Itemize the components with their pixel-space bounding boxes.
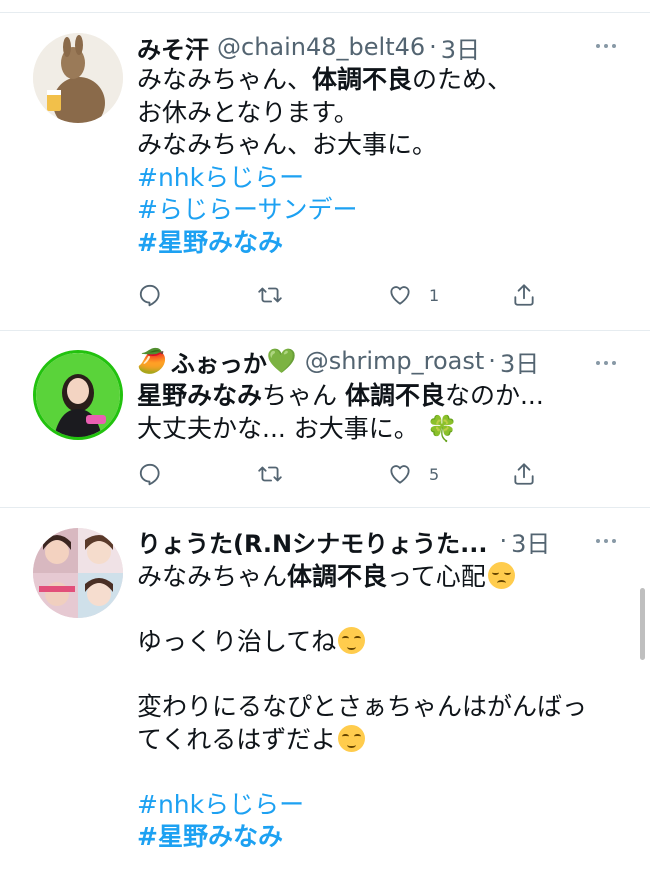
user-photo <box>36 353 120 437</box>
text-span: のため、 <box>412 65 513 94</box>
tweet-actions: 5 <box>137 460 537 488</box>
clover-emoji: 🍀 <box>426 413 458 443</box>
avatar[interactable] <box>33 350 123 440</box>
hashtag-link[interactable]: #nhkらじらー <box>137 162 626 195</box>
text-span: みなみちゃん <box>137 562 288 591</box>
text-span: って心配 <box>387 562 486 591</box>
like-count: 1 <box>429 285 440 305</box>
reply-icon <box>139 463 160 486</box>
share-button[interactable] <box>511 460 537 488</box>
reply-icon <box>139 284 160 307</box>
hashtag-link[interactable]: #星野みなみ <box>137 227 626 260</box>
avatar[interactable] <box>33 528 123 618</box>
group-photo <box>33 528 123 618</box>
disappointed-face-emoji <box>487 562 515 589</box>
retweet-button[interactable] <box>257 281 283 309</box>
like-count: 5 <box>429 464 440 484</box>
tweet[interactable]: みそ汗 @chain48_belt46 · 3日 みなみちゃん、体調不良のため、… <box>0 13 650 331</box>
display-name[interactable]: ふぉっか <box>171 344 267 379</box>
text-span: みなみちゃん、 <box>137 65 313 94</box>
separator: · <box>488 347 496 375</box>
separator: · <box>429 33 437 61</box>
retweet-button[interactable] <box>257 460 283 488</box>
more-icon[interactable] <box>594 351 618 375</box>
mango-emoji: 🥭 <box>137 347 167 375</box>
like-button[interactable]: 1 <box>387 281 439 309</box>
hashtag-link[interactable]: #星野みなみ <box>137 821 626 854</box>
text-line: みなみちゃん、お大事に。 <box>137 130 438 159</box>
reply-button[interactable] <box>137 281 163 309</box>
text-line: 星野みなみちゃん 体調不良なのか... <box>137 380 626 413</box>
text-span: 大丈夫かな... お大事に。 <box>137 413 427 443</box>
kangaroo-avatar-image <box>33 33 123 123</box>
hashtag-link[interactable]: #nhkらじらー <box>137 789 626 822</box>
reply-button[interactable] <box>137 460 163 488</box>
tweet-header: みそ汗 @chain48_belt46 · 3日 <box>137 29 610 65</box>
text-line: みなみちゃん、体調不良のため、 <box>137 64 626 97</box>
like-button[interactable]: 5 <box>387 460 439 488</box>
like-icon <box>390 286 410 305</box>
display-name[interactable]: りょうた(R.Nシナモりょうた... <box>137 524 487 559</box>
more-icon[interactable] <box>594 34 618 58</box>
more-icon[interactable] <box>594 529 618 553</box>
separator: · <box>499 527 508 555</box>
like-icon <box>390 465 410 484</box>
hashtag-link[interactable]: #らじらーサンデー <box>137 194 626 227</box>
tweet-text: みなみちゃん体調不良って心配 ゆっくり治してね 変わりにるなぴとさぁちゃんはがん… <box>137 561 626 854</box>
tweet-header: りょうた(R.Nシナモりょうた... · 3日 <box>137 523 610 559</box>
tweet[interactable]: 🥭 ふぉっか 💚 @shrimp_roast · 3日 星野みなみちゃん 体調不… <box>0 331 650 508</box>
avatar[interactable] <box>33 33 123 123</box>
text-span: ゆっくり治してね <box>137 627 337 656</box>
green-heart-emoji: 💚 <box>266 347 297 375</box>
relieved-face-emoji <box>338 724 366 752</box>
tweet-text: みなみちゃん、体調不良のため、 お休みとなります。 みなみちゃん、お大事に。 #… <box>137 64 626 259</box>
share-icon <box>514 463 534 485</box>
text-line: ゆっくり治してね <box>137 626 626 659</box>
text-span: なのか... <box>444 381 544 410</box>
text-line: てくれるはずだよ <box>137 724 626 757</box>
user-handle[interactable]: @shrimp_roast <box>305 347 485 375</box>
timestamp[interactable]: 3日 <box>441 30 480 65</box>
highlight-text: 体調不良 <box>287 562 388 591</box>
text-line: みなみちゃん体調不良って心配 <box>137 561 626 594</box>
timestamp[interactable]: 3日 <box>500 344 539 379</box>
tweet-text: 星野みなみちゃん 体調不良なのか... 大丈夫かな... お大事に。 🍀 <box>137 380 626 445</box>
share-button[interactable] <box>511 281 537 309</box>
tweet-actions: 1 <box>137 281 537 309</box>
highlight-text: 体調不良 <box>312 65 413 94</box>
text-line: 変わりにるなぴとさぁちゃんはがんばっ <box>137 692 588 721</box>
share-icon <box>514 284 534 306</box>
text-line: 大丈夫かな... お大事に。 🍀 <box>137 413 626 446</box>
retweet-icon <box>258 287 282 303</box>
retweet-icon <box>258 466 282 482</box>
text-span: ちゃん <box>262 381 345 410</box>
tweet-header: 🥭 ふぉっか 💚 @shrimp_roast · 3日 <box>137 343 610 379</box>
tweet[interactable]: りょうた(R.Nシナモりょうた... · 3日 みなみちゃん体調不良って心配 ゆ… <box>0 508 650 871</box>
timestamp[interactable]: 3日 <box>511 524 550 559</box>
highlight-text: 星野みなみ <box>137 381 263 410</box>
text-line: お休みとなります。 <box>137 97 359 127</box>
relieved-face-emoji <box>338 627 366 654</box>
highlight-text: 体調不良 <box>344 381 445 410</box>
display-name[interactable]: みそ汗 <box>137 30 209 65</box>
user-handle[interactable]: @chain48_belt46 <box>217 33 425 61</box>
scrollbar[interactable] <box>640 588 645 660</box>
text-span: てくれるはずだよ <box>137 724 337 754</box>
